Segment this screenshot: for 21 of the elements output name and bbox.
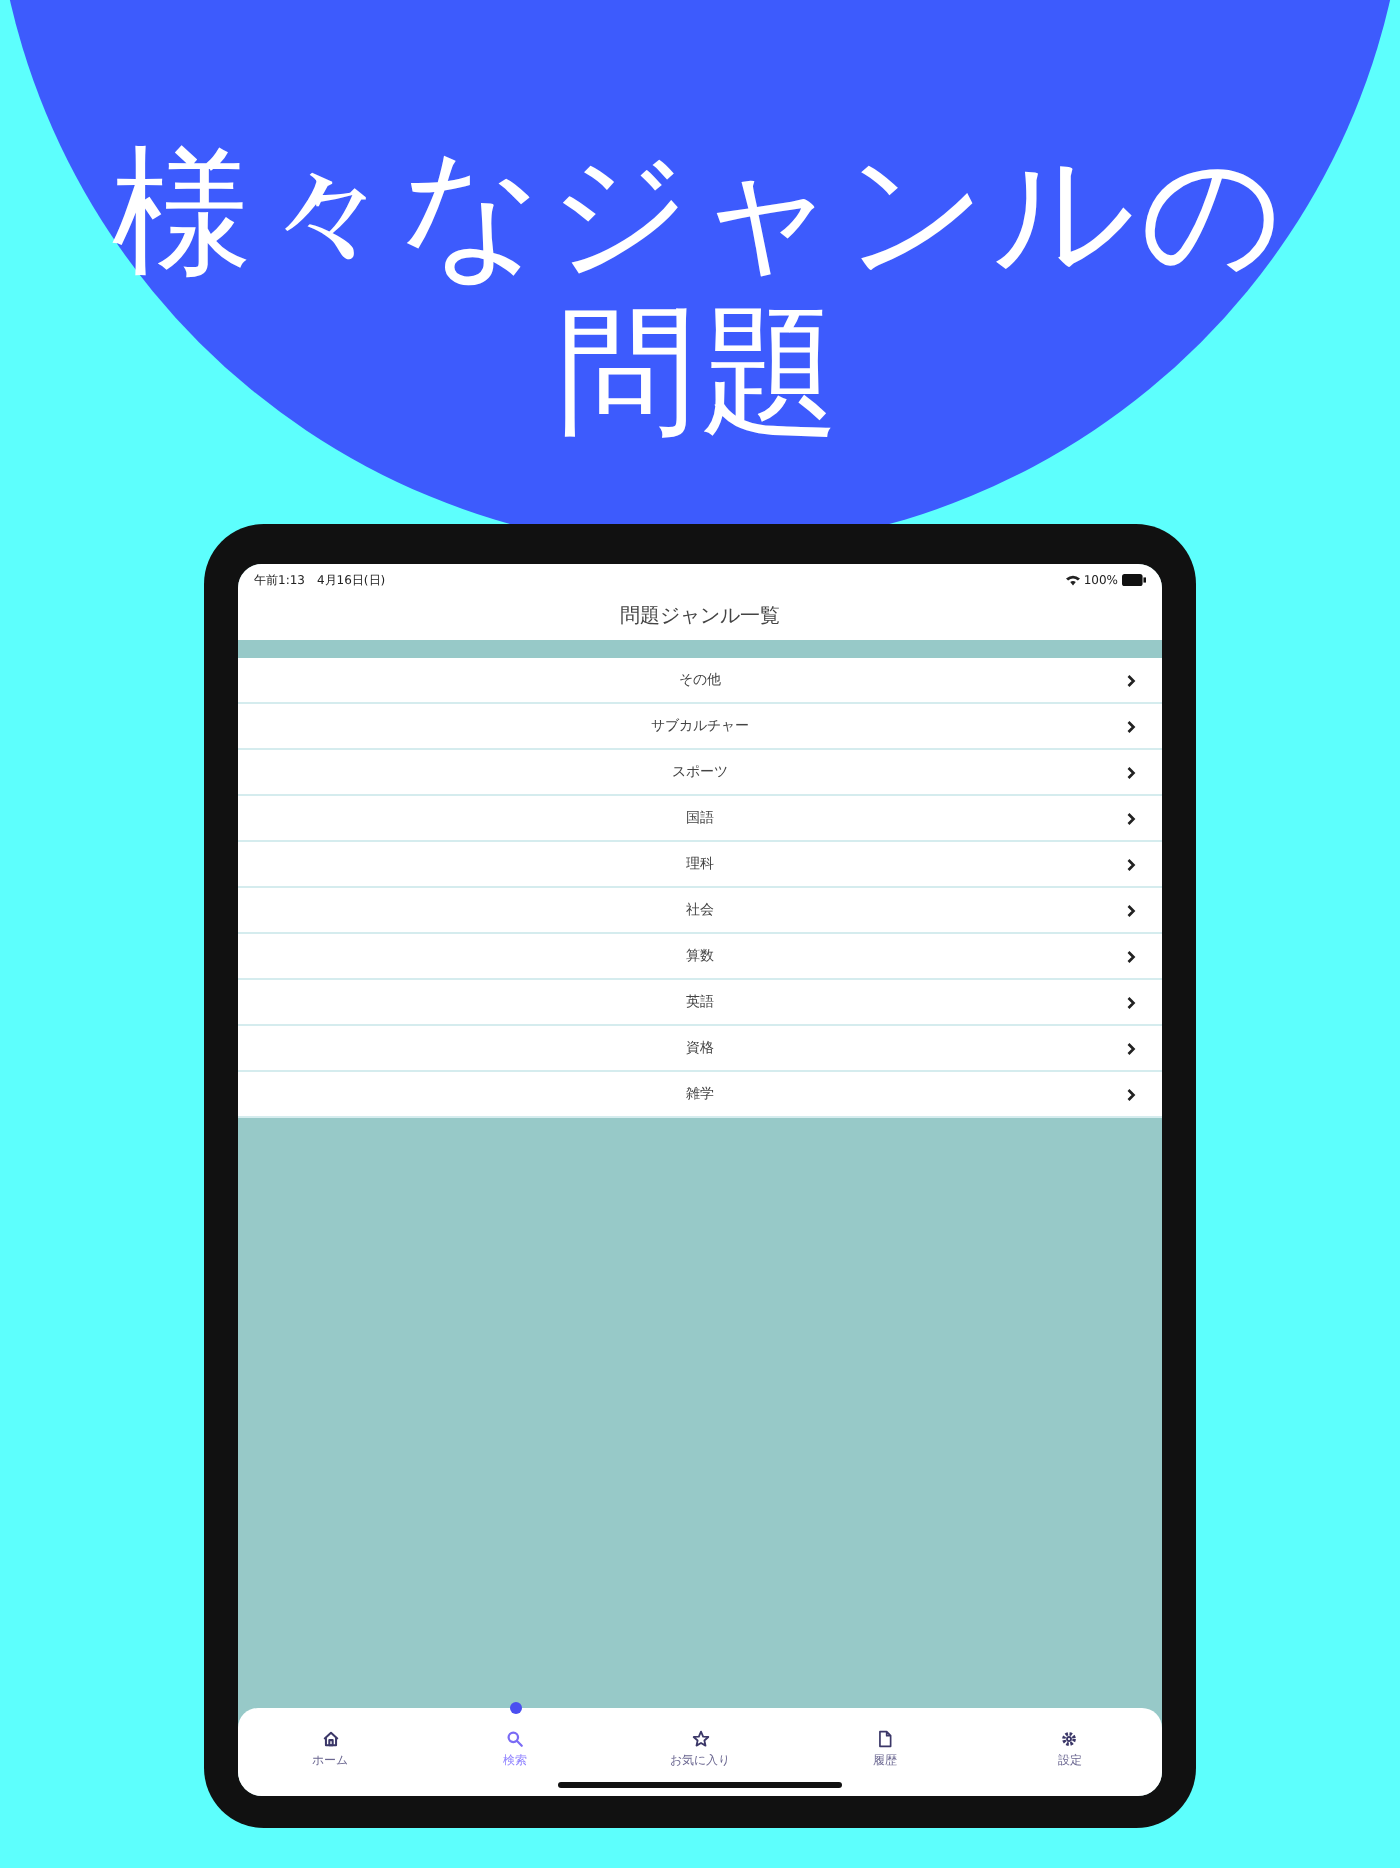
selection-dot	[509, 1702, 522, 1714]
chevron-icon	[1126, 765, 1136, 779]
screen-title: 問題ジャンル一覧	[238, 592, 1162, 640]
battery-icon	[1122, 574, 1146, 586]
chevron-icon	[1126, 903, 1136, 917]
search-icon	[506, 1730, 525, 1748]
star-icon	[691, 1730, 710, 1748]
chevron-icon	[1126, 1041, 1136, 1055]
headline: 問題	[556, 292, 844, 452]
home-icon	[321, 1730, 340, 1748]
chevron-icon	[1126, 1087, 1136, 1101]
chevron-icon	[1126, 995, 1136, 1009]
headline: 様々なジャンルの	[112, 132, 1288, 292]
document-icon	[875, 1730, 894, 1748]
chevron-icon	[1126, 811, 1136, 825]
gear-icon	[1060, 1730, 1079, 1748]
wifi-icon	[1065, 574, 1080, 586]
chevron-icon	[1126, 949, 1136, 963]
chevron-icon	[1126, 719, 1136, 733]
chevron-icon	[1126, 857, 1136, 871]
chevron-icon	[1126, 673, 1136, 687]
